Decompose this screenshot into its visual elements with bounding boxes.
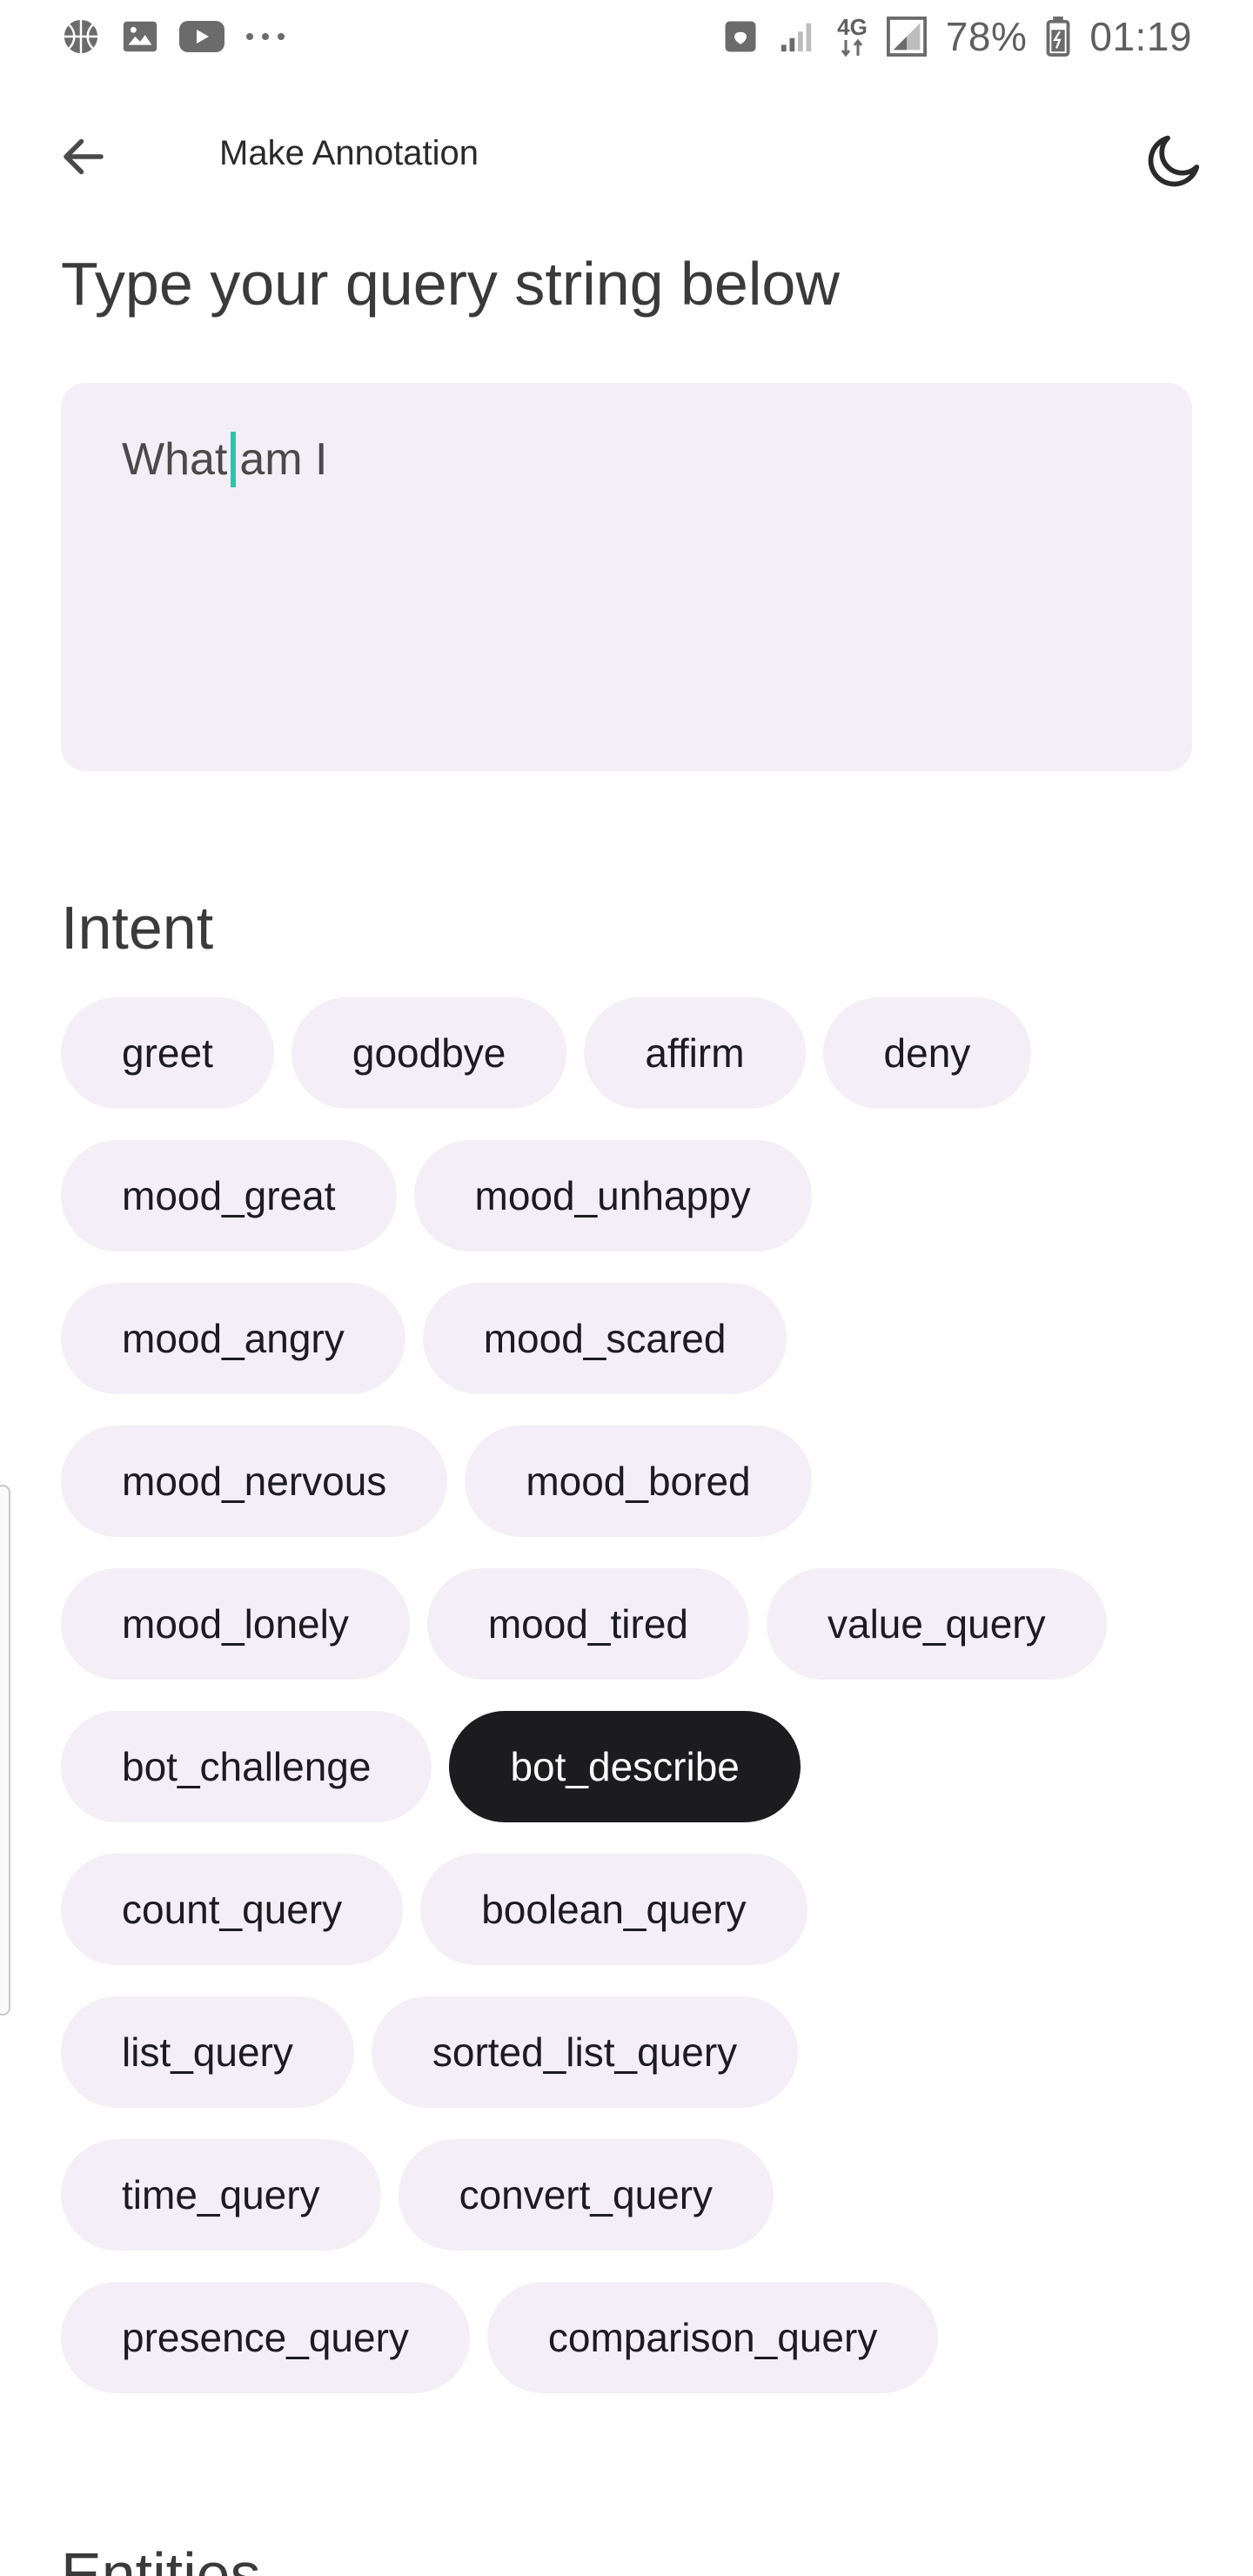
intent-chip-mood-scared[interactable]: mood_scared [422, 1283, 787, 1394]
status-left [61, 17, 287, 57]
entities-heading: Entities [61, 2540, 261, 2576]
chip-row: mood_angry mood_scared [61, 1283, 1209, 1394]
status-bar: 4G 78% 01:19 [0, 0, 1253, 73]
intent-chip-time-query[interactable]: time_query [61, 2139, 381, 2251]
moon-icon [1148, 135, 1200, 187]
basketball-icon [61, 17, 101, 57]
chip-row: bot_challenge bot_describe [61, 1711, 1209, 1822]
intent-chip-list-query[interactable]: list_query [61, 1996, 354, 2108]
chip-row: count_query boolean_query [61, 1854, 1209, 1965]
intent-chip-mood-bored[interactable]: mood_bored [465, 1426, 812, 1537]
intent-chip-mood-nervous[interactable]: mood_nervous [61, 1426, 448, 1537]
intent-chip-bot-challenge[interactable]: bot_challenge [61, 1711, 432, 1822]
chip-row: mood_lonely mood_tired value_query [61, 1568, 1209, 1680]
intent-chip-affirm[interactable]: affirm [584, 997, 806, 1109]
more-dots-icon [244, 28, 287, 45]
data-arrows-icon: 4G [837, 16, 868, 57]
youtube-icon [179, 17, 224, 57]
chip-row: greet goodbye affirm deny [61, 997, 1209, 1109]
intent-chip-mood-angry[interactable]: mood_angry [61, 1283, 405, 1394]
query-text: What am I [122, 432, 328, 487]
app-title: Make Annotation [219, 134, 479, 172]
intent-chip-mood-unhappy[interactable]: mood_unhappy [413, 1140, 812, 1251]
back-button[interactable] [52, 125, 115, 188]
intent-chip-group: greet goodbye affirm deny mood_great moo… [61, 997, 1209, 2425]
chip-row: presence_query comparison_query [61, 2282, 1209, 2393]
network-type-label: 4G [837, 14, 868, 40]
edge-panel-handle[interactable] [0, 1485, 10, 2016]
intent-chip-comparison-query[interactable]: comparison_query [486, 2282, 939, 2393]
intent-chip-mood-great[interactable]: mood_great [61, 1140, 397, 1251]
nfc-icon [722, 18, 759, 55]
intent-chip-bot-describe[interactable]: bot_describe [449, 1711, 801, 1822]
text-caret [231, 432, 237, 487]
query-input[interactable]: What am I [61, 383, 1192, 771]
intent-chip-convert-query[interactable]: convert_query [398, 2139, 774, 2251]
intent-chip-greet[interactable]: greet [61, 997, 274, 1109]
query-text-after-caret: am I [239, 434, 328, 485]
chip-row: mood_nervous mood_bored [61, 1426, 1209, 1537]
battery-icon [1046, 17, 1070, 57]
top-app-bar: Make Annotation [0, 94, 1253, 219]
intent-chip-mood-lonely[interactable]: mood_lonely [61, 1568, 410, 1680]
image-icon [120, 17, 160, 57]
status-right: 4G 78% 01:19 [722, 13, 1192, 60]
intent-chip-goodbye[interactable]: goodbye [291, 997, 567, 1109]
intent-heading: Intent [61, 894, 214, 962]
signal-icon [778, 18, 818, 55]
chip-row: mood_great mood_unhappy [61, 1140, 1209, 1251]
signal-icon-2 [886, 17, 927, 57]
intent-chip-presence-query[interactable]: presence_query [61, 2282, 470, 2393]
chip-row: list_query sorted_list_query [61, 1996, 1209, 2108]
query-heading: Type your query string below [61, 250, 840, 318]
arrow-back-icon [64, 138, 104, 175]
battery-percent: 78% [945, 14, 1028, 59]
intent-chip-count-query[interactable]: count_query [61, 1854, 404, 1965]
intent-chip-value-query[interactable]: value_query [766, 1568, 1107, 1680]
intent-chip-boolean-query[interactable]: boolean_query [420, 1854, 807, 1965]
chip-row: time_query convert_query [61, 2139, 1209, 2251]
intent-chip-deny[interactable]: deny [822, 997, 1032, 1109]
theme-toggle-button[interactable] [1140, 125, 1209, 195]
clock: 01:19 [1089, 14, 1192, 59]
intent-chip-sorted-list-query[interactable]: sorted_list_query [371, 1996, 799, 2108]
query-text-before-caret: What [122, 434, 228, 485]
intent-chip-mood-tired[interactable]: mood_tired [426, 1568, 749, 1680]
